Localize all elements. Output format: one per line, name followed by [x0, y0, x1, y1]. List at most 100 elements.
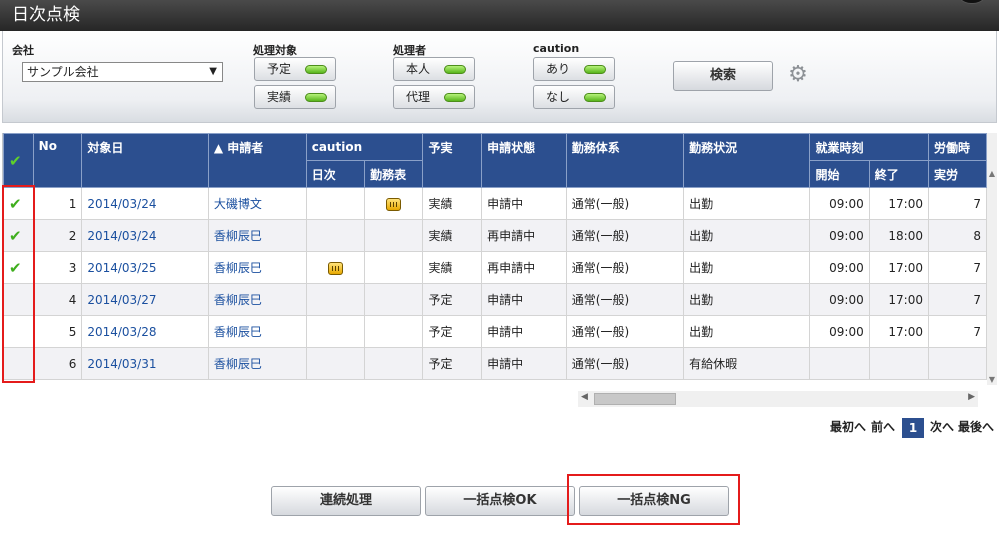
memo-icon[interactable]	[327, 261, 343, 275]
cell-work-status: 出勤	[683, 187, 811, 220]
cell-date[interactable]: 2014/03/28	[81, 315, 209, 348]
page-title: 日次点検	[12, 5, 80, 25]
header-status[interactable]: 申請状態	[481, 133, 567, 188]
cell-no: 5	[32, 315, 83, 348]
toggle-plan[interactable]: 予定	[254, 57, 336, 81]
toggle-actual-label: 実績	[267, 90, 292, 104]
cell-plan-actual: 予定	[422, 347, 483, 380]
cell-work-system: 通常(一般)	[565, 315, 685, 348]
chevron-down-icon: ▼	[209, 66, 217, 77]
header-plan-actual[interactable]: 予実	[422, 133, 483, 188]
header-work-status[interactable]: 勤務状況	[683, 133, 811, 188]
cell-start: 09:00	[809, 187, 870, 220]
caution-daily-cell	[305, 283, 366, 316]
bulk-ok-button[interactable]: 一括点検OK	[425, 486, 575, 516]
header-caution: caution	[305, 133, 424, 161]
cell-applicant[interactable]: 香柳辰巳	[207, 283, 307, 316]
toggle-caution-yes-label: あり	[546, 62, 571, 76]
cell-status: 再申請中	[481, 219, 567, 252]
caution-label: caution	[533, 42, 580, 55]
toggle-proxy[interactable]: 代理	[393, 85, 475, 109]
cell-end	[868, 347, 929, 380]
cell-date[interactable]: 2014/03/25	[81, 251, 209, 284]
memo-icon[interactable]	[386, 197, 402, 211]
cell-date[interactable]: 2014/03/24	[81, 219, 209, 252]
toggle-self[interactable]: 本人	[393, 57, 475, 81]
scroll-thumb[interactable]	[594, 393, 676, 405]
cell-actual	[927, 347, 987, 380]
table-row[interactable]: 4 2014/03/27 香柳辰巳 予定 申請中 通常(一般) 出勤 09:00 17:00 7	[3, 283, 987, 316]
company-select[interactable]: サンプル会社 ▼	[22, 62, 223, 82]
target-label: 処理対象	[253, 44, 297, 57]
caution-daily-cell	[305, 347, 366, 380]
header-labor: 労働時	[927, 133, 987, 161]
cell-no: 6	[32, 347, 83, 380]
table-row[interactable]: 5 2014/03/28 香柳辰巳 予定 申請中 通常(一般) 出勤 09:00 17:00 7	[3, 315, 987, 348]
pager-last[interactable]: 最後へ	[958, 418, 994, 435]
led-icon	[584, 93, 606, 102]
search-button[interactable]: 検索	[673, 61, 773, 91]
header-applicant[interactable]: ▲ 申請者	[207, 133, 307, 188]
toggle-self-label: 本人	[406, 62, 431, 76]
horizontal-scrollbar[interactable]: ◀ ▶	[578, 391, 978, 407]
cell-start: 09:00	[809, 315, 870, 348]
table-row[interactable]: ✔ 1 2014/03/24 大磯博文 実績 申請中 通常(一般) 出勤 09:00 17:00 7	[3, 187, 987, 220]
scroll-down-icon[interactable]: ▼	[987, 375, 997, 384]
pager-next[interactable]: 次へ	[930, 418, 954, 435]
toggle-caution-no[interactable]: なし	[533, 85, 615, 109]
cell-actual: 7	[927, 251, 987, 284]
cell-date[interactable]: 2014/03/24	[81, 187, 209, 220]
cell-applicant[interactable]: 大磯博文	[207, 187, 307, 220]
cell-no: 4	[32, 283, 83, 316]
cell-start: 09:00	[809, 219, 870, 252]
cell-work-system: 通常(一般)	[565, 187, 685, 220]
scroll-right-icon[interactable]: ▶	[968, 392, 975, 402]
toggle-plan-label: 予定	[267, 62, 292, 76]
cell-work-system: 通常(一般)	[565, 251, 685, 284]
cell-applicant[interactable]: 香柳辰巳	[207, 347, 307, 380]
cell-date[interactable]: 2014/03/31	[81, 347, 209, 380]
header-date[interactable]: 対象日	[81, 133, 209, 188]
header-caution-daily: 日次	[305, 160, 366, 188]
pager-first[interactable]: 最初へ	[830, 418, 866, 435]
toggle-actual[interactable]: 実績	[254, 85, 336, 109]
cell-no: 1	[32, 187, 83, 220]
caution-daily-cell	[305, 187, 366, 220]
cell-work-system: 通常(一般)	[565, 219, 685, 252]
table-row[interactable]: 6 2014/03/31 香柳辰巳 予定 申請中 通常(一般) 有給休暇	[3, 347, 987, 380]
pager-prev[interactable]: 前へ	[871, 418, 895, 435]
cell-plan-actual: 実績	[422, 251, 483, 284]
cell-no: 2	[32, 219, 83, 252]
cell-applicant[interactable]: 香柳辰巳	[207, 315, 307, 348]
data-grid: ✔ No 対象日 ▲ 申請者 caution 予実 申請状態 勤務体系 勤務状況…	[2, 133, 987, 381]
cell-work-status: 有給休暇	[683, 347, 811, 380]
gear-icon[interactable]: ⚙	[787, 64, 809, 86]
cell-status: 申請中	[481, 187, 567, 220]
cell-actual: 7	[927, 283, 987, 316]
vertical-scrollbar[interactable]: ▲ ▼	[987, 133, 997, 385]
scroll-up-icon[interactable]: ▲	[987, 169, 997, 178]
cell-actual: 7	[927, 315, 987, 348]
table-row[interactable]: ✔ 2 2014/03/24 香柳辰巳 実績 再申請中 通常(一般) 出勤 09:00 18:00…	[3, 219, 987, 252]
cell-date[interactable]: 2014/03/27	[81, 283, 209, 316]
cell-status: 申請中	[481, 283, 567, 316]
cell-applicant[interactable]: 香柳辰巳	[207, 251, 307, 284]
pager-current[interactable]: 1	[902, 418, 924, 438]
table-row[interactable]: ✔ 3 2014/03/25 香柳辰巳 実績 再申請中 通常(一般) 出勤 09:00 17:00…	[3, 251, 987, 284]
cell-end: 17:00	[868, 187, 929, 220]
cell-applicant[interactable]: 香柳辰巳	[207, 219, 307, 252]
toggle-caution-yes[interactable]: あり	[533, 57, 615, 81]
highlight-check-column	[2, 185, 35, 383]
scroll-left-icon[interactable]: ◀	[581, 392, 588, 402]
header-work-system[interactable]: 勤務体系	[565, 133, 685, 188]
cell-start: 09:00	[809, 283, 870, 316]
check-all-header[interactable]: ✔	[3, 133, 34, 188]
header-no[interactable]: No	[32, 133, 83, 188]
led-icon	[444, 65, 466, 74]
cell-status: 再申請中	[481, 251, 567, 284]
continuous-button[interactable]: 連続処理	[271, 486, 421, 516]
toggle-caution-no-label: なし	[546, 90, 571, 104]
cell-no: 3	[32, 251, 83, 284]
header-work-time: 就業時刻	[809, 133, 929, 161]
led-icon	[444, 93, 466, 102]
